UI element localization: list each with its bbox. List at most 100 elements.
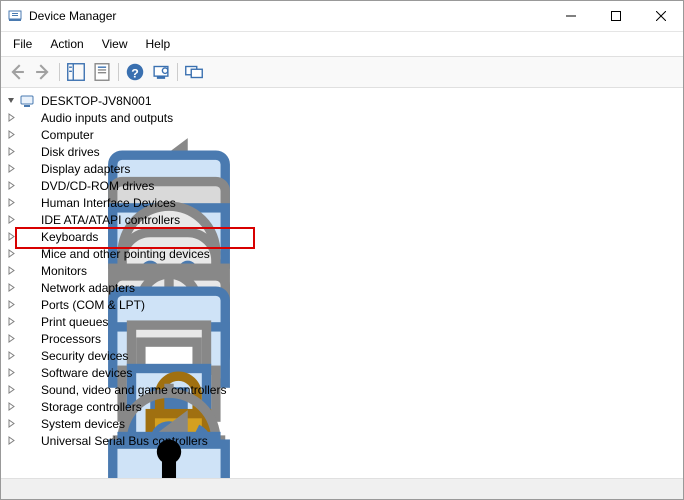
network-icon (19, 280, 35, 296)
root-node[interactable]: DESKTOP-JV8N001 Audio inputs and outputs… (3, 92, 681, 449)
close-button[interactable] (638, 1, 683, 31)
expand-icon[interactable] (5, 265, 17, 277)
app-icon (7, 8, 23, 24)
category-label: Mice and other pointing devices (39, 247, 212, 261)
category-label: Keyboards (39, 230, 100, 244)
monitor-icon (19, 263, 35, 279)
expand-icon[interactable] (5, 112, 17, 124)
category-label: Disk drives (39, 145, 102, 159)
expand-icon[interactable] (5, 248, 17, 260)
category-label: Network adapters (39, 281, 137, 295)
security-icon (19, 348, 35, 364)
devices-button[interactable] (182, 60, 206, 84)
ide-icon (19, 212, 35, 228)
disk-icon (19, 144, 35, 160)
svg-text:?: ? (131, 67, 139, 81)
category-label: Sound, video and game controllers (39, 383, 228, 397)
maximize-button[interactable] (593, 1, 638, 31)
toolbar: ? (1, 56, 683, 88)
properties-button[interactable] (90, 60, 114, 84)
category-security[interactable]: Security devices (3, 347, 681, 364)
speaker-icon (19, 110, 35, 126)
usb-icon (19, 433, 35, 449)
expand-icon[interactable] (5, 316, 17, 328)
category-label: Computer (39, 128, 96, 142)
minimize-button[interactable] (548, 1, 593, 31)
expand-icon[interactable] (5, 401, 17, 413)
category-label: Universal Serial Bus controllers (39, 434, 210, 448)
category-label: Ports (COM & LPT) (39, 298, 147, 312)
category-network[interactable]: Network adapters (3, 279, 681, 296)
mouse-icon (19, 246, 35, 262)
category-label: Display adapters (39, 162, 132, 176)
back-button[interactable] (5, 60, 29, 84)
statusbar (1, 478, 683, 499)
collapse-icon[interactable] (5, 95, 17, 107)
category-label: Human Interface Devices (39, 196, 178, 210)
category-system[interactable]: System devices (3, 415, 681, 432)
category-label: Security devices (39, 349, 130, 363)
menu-view[interactable]: View (94, 35, 136, 53)
category-dvd[interactable]: DVD/CD-ROM drives (3, 177, 681, 194)
expand-icon[interactable] (5, 333, 17, 345)
category-audio[interactable]: Audio inputs and outputs (3, 109, 681, 126)
optical-icon (19, 178, 35, 194)
category-storage[interactable]: Storage controllers (3, 398, 681, 415)
expand-icon[interactable] (5, 435, 17, 447)
category-disk[interactable]: Disk drives (3, 143, 681, 160)
expand-icon[interactable] (5, 146, 17, 158)
category-proc[interactable]: Processors (3, 330, 681, 347)
category-label: System devices (39, 417, 127, 431)
expand-icon[interactable] (5, 231, 17, 243)
category-keyboards[interactable]: Keyboards (3, 228, 681, 245)
category-label: Audio inputs and outputs (39, 111, 175, 125)
category-computer[interactable]: Computer (3, 126, 681, 143)
expand-icon[interactable] (5, 350, 17, 362)
category-label: Software devices (39, 366, 134, 380)
menu-action[interactable]: Action (42, 35, 91, 53)
menu-file[interactable]: File (5, 35, 40, 53)
titlebar[interactable]: Device Manager (1, 1, 683, 32)
category-label: Print queues (39, 315, 110, 329)
window-controls (548, 1, 683, 31)
menubar: File Action View Help (1, 32, 683, 56)
toolbar-separator (59, 63, 60, 81)
category-softdev[interactable]: Software devices (3, 364, 681, 381)
scan-hardware-button[interactable] (149, 60, 173, 84)
category-ports[interactable]: Ports (COM & LPT) (3, 296, 681, 313)
menu-help[interactable]: Help (138, 35, 179, 53)
expand-icon[interactable] (5, 384, 17, 396)
expand-icon[interactable] (5, 418, 17, 430)
category-hid[interactable]: Human Interface Devices (3, 194, 681, 211)
device-tree[interactable]: DESKTOP-JV8N001 Audio inputs and outputs… (1, 88, 683, 478)
category-usb[interactable]: Universal Serial Bus controllers (3, 432, 681, 449)
category-ide[interactable]: IDE ATA/ATAPI controllers (3, 211, 681, 228)
device-manager-window: Device Manager File Action View Help ? (0, 0, 684, 500)
expand-icon[interactable] (5, 299, 17, 311)
category-print[interactable]: Print queues (3, 313, 681, 330)
category-display[interactable]: Display adapters (3, 160, 681, 177)
expand-icon[interactable] (5, 367, 17, 379)
help-button[interactable]: ? (123, 60, 147, 84)
computer-icon (19, 93, 35, 109)
expand-icon[interactable] (5, 197, 17, 209)
keyboard-icon (19, 229, 35, 245)
expand-icon[interactable] (5, 129, 17, 141)
category-label: Storage controllers (39, 400, 144, 414)
category-label: Monitors (39, 264, 89, 278)
category-sound[interactable]: Sound, video and game controllers (3, 381, 681, 398)
show-hide-tree-button[interactable] (64, 60, 88, 84)
system-icon (19, 416, 35, 432)
software-icon (19, 365, 35, 381)
category-label: DVD/CD-ROM drives (39, 179, 156, 193)
expand-icon[interactable] (5, 214, 17, 226)
forward-button[interactable] (31, 60, 55, 84)
expand-icon[interactable] (5, 163, 17, 175)
expand-icon[interactable] (5, 282, 17, 294)
printer-icon (19, 314, 35, 330)
monitor-icon (19, 127, 35, 143)
window-title: Device Manager (29, 9, 548, 23)
expand-icon[interactable] (5, 180, 17, 192)
category-monitors[interactable]: Monitors (3, 262, 681, 279)
category-mice[interactable]: Mice and other pointing devices (3, 245, 681, 262)
